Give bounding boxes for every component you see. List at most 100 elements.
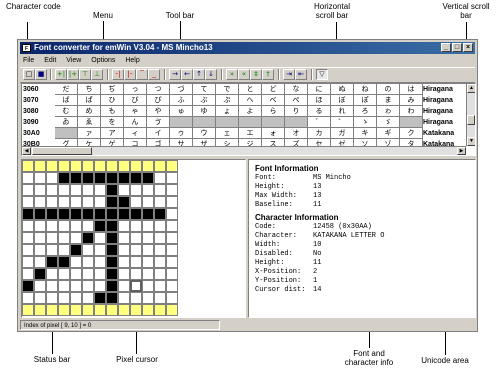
pixel[interactable] (106, 172, 118, 184)
pixel[interactable] (94, 244, 106, 256)
pixel[interactable] (142, 208, 154, 220)
menu-file[interactable]: File (23, 57, 34, 64)
move-up-icon[interactable]: ↑ (193, 69, 205, 80)
pixel[interactable] (106, 256, 118, 268)
pixel[interactable] (118, 280, 130, 292)
pixel[interactable] (106, 292, 118, 304)
character-cell[interactable]: ょ (216, 106, 239, 117)
pixel[interactable] (70, 160, 82, 172)
pixel[interactable] (34, 208, 46, 220)
pixel[interactable] (130, 268, 142, 280)
pixel[interactable] (154, 268, 166, 280)
character-cell[interactable]: ぬ (331, 84, 354, 95)
character-cell[interactable]: を (101, 117, 124, 128)
vertical-scroll-bar[interactable]: ▲ ▼ (466, 84, 475, 146)
pixel[interactable] (58, 160, 70, 172)
pixel[interactable] (22, 232, 34, 244)
align-bottom-icon[interactable]: _ (148, 69, 160, 80)
character-cell[interactable]: ど (262, 84, 285, 95)
shift-up-icon[interactable]: ⊤ (79, 69, 91, 80)
pixel[interactable] (118, 292, 130, 304)
character-cell[interactable]: な (285, 84, 308, 95)
character-cell[interactable]: ん (124, 117, 147, 128)
character-cell[interactable]: ぷ (216, 95, 239, 106)
pixel[interactable] (154, 232, 166, 244)
character-cell[interactable]: べ (262, 95, 285, 106)
pixel[interactable] (106, 184, 118, 196)
pixel[interactable] (94, 232, 106, 244)
pixel[interactable] (106, 280, 118, 292)
character-cell[interactable]: ォ (262, 128, 285, 139)
save-icon[interactable]: ■ (35, 69, 47, 80)
pixel[interactable] (34, 268, 46, 280)
align-top-icon[interactable]: ‾ (136, 69, 148, 80)
character-cell[interactable]: ゃ (124, 106, 147, 117)
character-cell[interactable] (170, 117, 193, 128)
pixel[interactable] (58, 172, 70, 184)
menu-edit[interactable]: Edit (44, 57, 56, 64)
character-cell[interactable]: わ (400, 106, 423, 117)
pixel[interactable] (94, 208, 106, 220)
character-cell[interactable]: イ (147, 128, 170, 139)
pixel[interactable] (70, 292, 82, 304)
pixel[interactable] (82, 184, 94, 196)
character-cell[interactable]: カ (308, 128, 331, 139)
character-cell[interactable]: び (124, 95, 147, 106)
pixel[interactable] (22, 172, 34, 184)
pixel[interactable] (166, 256, 178, 268)
pixel[interactable] (70, 184, 82, 196)
pixel[interactable] (106, 220, 118, 232)
pixel[interactable] (166, 232, 178, 244)
character-cell[interactable]: ク (400, 128, 423, 139)
pixel[interactable] (166, 304, 178, 316)
character-cell[interactable]: ひ (101, 95, 124, 106)
pixel[interactable] (22, 304, 34, 316)
pixel[interactable] (82, 172, 94, 184)
pixel[interactable] (70, 196, 82, 208)
shift-left-icon[interactable]: +| (55, 69, 67, 80)
scroll-left-button[interactable]: ◀ (22, 147, 31, 155)
pixel[interactable] (166, 220, 178, 232)
align-left-icon[interactable]: -| (112, 69, 124, 80)
character-cell[interactable]: ア (101, 128, 124, 139)
pixel[interactable] (94, 256, 106, 268)
pixel[interactable] (118, 184, 130, 196)
grow-horizontal-icon[interactable]: » (226, 69, 238, 80)
pixel[interactable] (106, 208, 118, 220)
character-cell[interactable]: ぽ (354, 95, 377, 106)
character-cell[interactable]: ゅ (170, 106, 193, 117)
pixel[interactable] (70, 256, 82, 268)
character-cell[interactable]: ぴ (147, 95, 170, 106)
character-cell[interactable]: づ (170, 84, 193, 95)
pixel[interactable] (166, 172, 178, 184)
pixel[interactable] (70, 304, 82, 316)
pixel[interactable] (118, 232, 130, 244)
pixel[interactable] (94, 184, 106, 196)
pixel[interactable] (34, 172, 46, 184)
character-cell[interactable]: ぺ (285, 95, 308, 106)
pixel[interactable] (82, 256, 94, 268)
pixel[interactable] (118, 268, 130, 280)
pixel[interactable] (154, 160, 166, 172)
pixel[interactable] (142, 244, 154, 256)
pixel[interactable] (70, 220, 82, 232)
pixel[interactable] (82, 304, 94, 316)
pixel[interactable] (34, 280, 46, 292)
pixel[interactable] (118, 196, 130, 208)
pixel[interactable] (118, 172, 130, 184)
pixel[interactable] (94, 268, 106, 280)
pixel[interactable] (82, 196, 94, 208)
pixel[interactable] (82, 208, 94, 220)
pixel[interactable] (46, 172, 58, 184)
pixel[interactable] (118, 244, 130, 256)
pixel[interactable] (46, 220, 58, 232)
pixel[interactable] (34, 196, 46, 208)
character-cell[interactable]: と (239, 84, 262, 95)
character-cell[interactable]: ギ (377, 128, 400, 139)
pixel[interactable] (130, 184, 142, 196)
character-cell[interactable]: ゜ (331, 117, 354, 128)
vertical-scroll-thumb[interactable] (467, 115, 475, 125)
pixel[interactable] (142, 292, 154, 304)
character-cell[interactable]: ば (55, 95, 78, 106)
character-cell[interactable]: り (285, 106, 308, 117)
